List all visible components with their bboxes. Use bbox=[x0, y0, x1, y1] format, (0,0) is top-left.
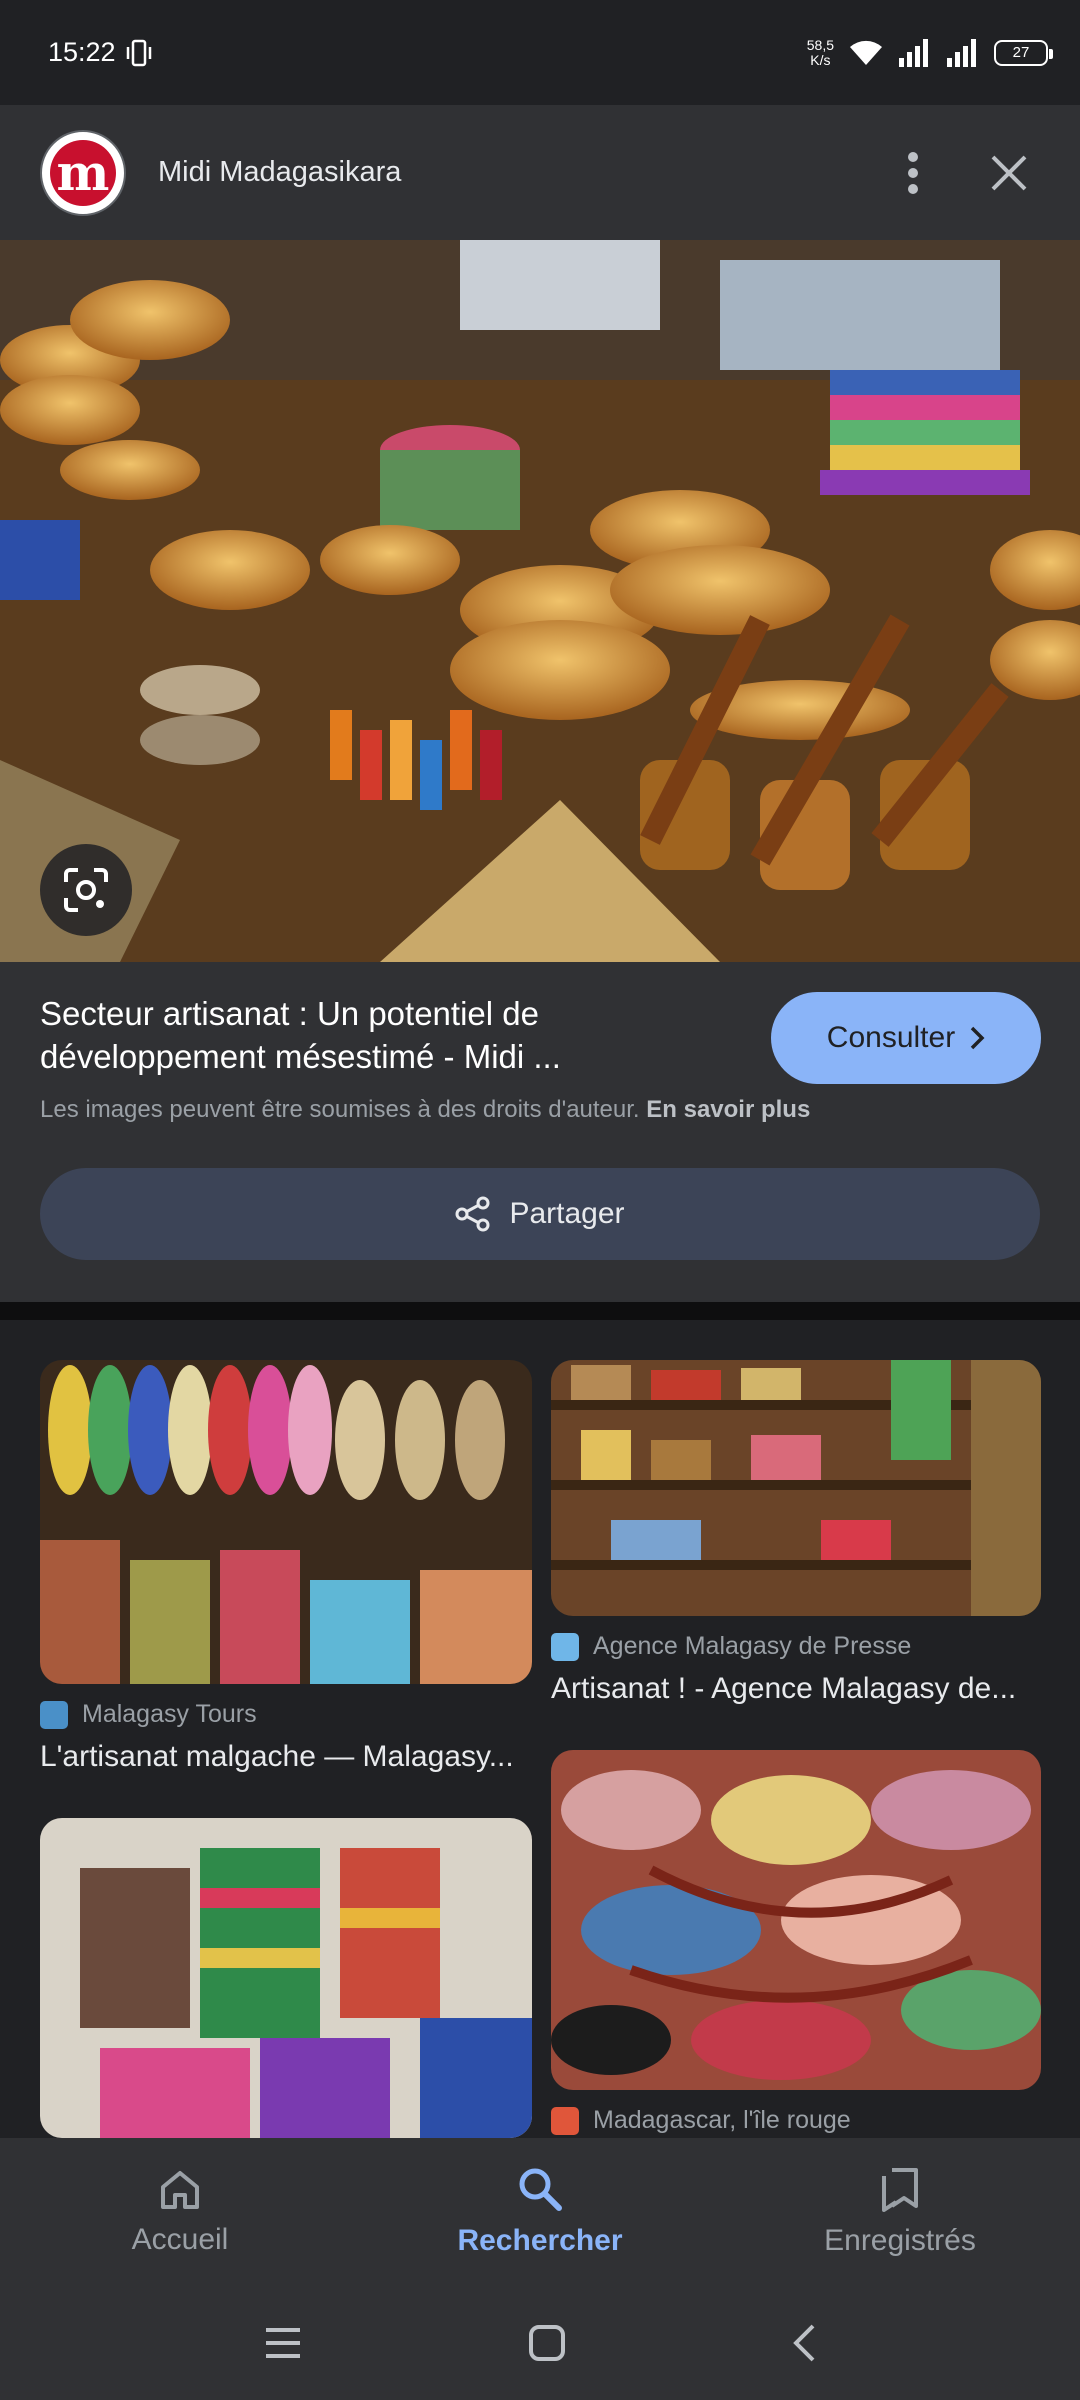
close-icon[interactable] bbox=[990, 154, 1028, 192]
main-image[interactable] bbox=[0, 240, 1080, 962]
nav-search-label: Rechercher bbox=[457, 2223, 623, 2257]
google-lens-button[interactable] bbox=[40, 844, 132, 936]
result-title[interactable]: Artisanat ! - Agence Malagasy de... bbox=[551, 1672, 1043, 1706]
site-logo[interactable]: m bbox=[40, 129, 126, 216]
source-favicon bbox=[40, 1700, 68, 1729]
copyright-text: Les images peuvent être soumises à des d… bbox=[40, 1096, 640, 1123]
nav-saved-label: Enregistrés bbox=[824, 2223, 976, 2257]
bottom-navigation: Accueil Rechercher Enregistrés bbox=[0, 2138, 1080, 2285]
result-image[interactable] bbox=[551, 1750, 1041, 2090]
home-icon bbox=[161, 2170, 199, 2209]
result-source-name: Agence Malagasy de Presse bbox=[593, 1632, 912, 1660]
nav-search[interactable]: Rechercher bbox=[360, 2138, 720, 2285]
status-bar: 15:22 58,5 K/s 27 bbox=[0, 0, 1080, 105]
image-info-panel: Secteur artisanat : Un potentiel de déve… bbox=[0, 962, 1080, 1302]
result-source[interactable]: Malagasy Tours bbox=[40, 1700, 257, 1729]
network-speed: 58,5 K/s bbox=[806, 36, 834, 68]
site-name[interactable]: Midi Madagasikara bbox=[158, 156, 401, 189]
wifi-icon bbox=[850, 40, 882, 65]
network-speed-value: 58,5 bbox=[806, 36, 834, 53]
consult-button-label: Consulter bbox=[826, 1021, 956, 1054]
result-source[interactable]: Agence Malagasy de Presse bbox=[551, 1632, 911, 1661]
learn-more-link[interactable]: En savoir plus bbox=[646, 1096, 810, 1123]
battery-indicator: 27 bbox=[994, 39, 1053, 66]
result-source[interactable]: Madagascar, l'île rouge bbox=[551, 2106, 851, 2135]
source-favicon bbox=[551, 2106, 579, 2135]
result-thumbnail bbox=[551, 1360, 1041, 1616]
nav-home-label: Accueil bbox=[131, 2222, 229, 2256]
site-logo-letter: m bbox=[50, 139, 116, 206]
result-image[interactable] bbox=[551, 1360, 1041, 1616]
result-image[interactable] bbox=[40, 1818, 532, 2138]
bookmarks-icon bbox=[882, 2167, 918, 2212]
result-title[interactable]: L'artisanat malgache — Malagasy... bbox=[40, 1740, 532, 1774]
result-source-name: Madagascar, l'île rouge bbox=[593, 2106, 851, 2134]
result-image[interactable] bbox=[40, 1360, 532, 1684]
share-button-label: Partager bbox=[509, 1197, 625, 1230]
recent-apps-icon[interactable] bbox=[263, 2326, 303, 2360]
nav-home[interactable]: Accueil bbox=[0, 2138, 360, 2285]
home-button-icon[interactable] bbox=[528, 2324, 566, 2362]
viewer-header: m Midi Madagasikara bbox=[0, 105, 1080, 240]
network-speed-unit: K/s bbox=[810, 51, 831, 68]
signal-icon bbox=[899, 38, 928, 67]
chevron-right-icon bbox=[970, 1026, 985, 1050]
signal-icon-2 bbox=[947, 38, 976, 67]
more-options-icon[interactable] bbox=[906, 151, 920, 195]
section-divider bbox=[0, 1302, 1080, 1320]
result-thumbnail bbox=[40, 1818, 532, 2138]
related-images-grid: Malagasy Tours L'artisanat malgache — Ma… bbox=[0, 1320, 1080, 2138]
main-image-artwork bbox=[0, 240, 1080, 962]
vibrate-icon bbox=[126, 39, 151, 66]
result-thumbnail bbox=[551, 1750, 1041, 2090]
result-thumbnail bbox=[40, 1360, 532, 1684]
status-time: 15:22 bbox=[48, 37, 116, 67]
back-icon[interactable] bbox=[791, 2323, 817, 2363]
source-favicon bbox=[551, 1632, 579, 1661]
share-button[interactable]: Partager bbox=[40, 1168, 1040, 1260]
share-icon bbox=[455, 1196, 490, 1232]
copyright-notice: Les images peuvent être soumises à des d… bbox=[40, 1096, 810, 1124]
lens-icon bbox=[64, 868, 108, 912]
consult-button[interactable]: Consulter bbox=[771, 992, 1041, 1084]
system-navigation-bar bbox=[0, 2285, 1080, 2400]
article-title[interactable]: Secteur artisanat : Un potentiel de déve… bbox=[40, 992, 740, 1078]
search-icon bbox=[519, 2168, 562, 2211]
nav-saved[interactable]: Enregistrés bbox=[720, 2138, 1080, 2285]
result-source-name: Malagasy Tours bbox=[82, 1700, 257, 1728]
